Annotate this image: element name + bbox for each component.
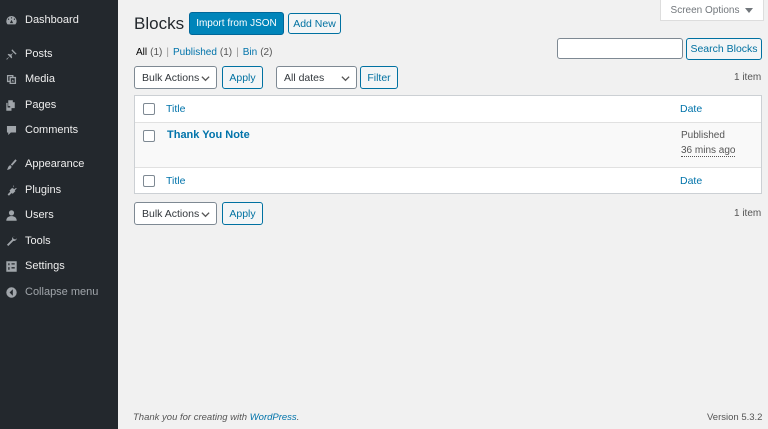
chevron-down-icon — [201, 74, 210, 83]
bulk-actions-select-bottom[interactable]: Bulk Actions — [134, 202, 217, 225]
page-title: Blocks — [134, 14, 185, 33]
plug-icon — [5, 184, 18, 197]
collapse-menu-label: Collapse menu — [25, 286, 99, 298]
filter-bin-count: (2) — [260, 47, 273, 58]
sidebar-item-settings[interactable]: Settings — [0, 255, 118, 277]
apply-button-bottom[interactable]: Apply — [222, 202, 263, 225]
date-column-footer[interactable]: Date — [680, 175, 702, 187]
bulk-actions-value: Bulk Actions — [142, 207, 200, 220]
pushpin-icon — [5, 48, 18, 61]
table-header-row: Title Date — [135, 96, 761, 123]
blocks-table: Title Date Thank You Note Published 36 m… — [134, 95, 762, 194]
filter-all-link[interactable]: All — [136, 47, 147, 58]
settings-icon — [5, 260, 18, 273]
caret-down-icon — [745, 7, 754, 13]
sidebar-item-tools[interactable]: Tools — [0, 230, 118, 252]
filter-separator: | — [236, 47, 239, 58]
screen-options-label: Screen Options — [670, 4, 740, 16]
dates-value: All dates — [284, 71, 325, 84]
status-filter-links: All (1) | Published (1) | Bin (2) — [136, 47, 272, 58]
footer-thanks-suffix: . — [296, 412, 300, 423]
dates-select[interactable]: All dates — [276, 66, 357, 89]
sidebar-item-pages[interactable]: Pages — [0, 94, 118, 116]
filter-bin-link[interactable]: Bin — [243, 47, 257, 58]
sidebar-item-label: Appearance — [25, 158, 85, 170]
page-icon — [5, 99, 18, 112]
comment-icon — [5, 124, 18, 137]
wrench-icon — [5, 235, 18, 248]
apply-button[interactable]: Apply — [222, 66, 263, 89]
version-text: Version 5.3.2 — [707, 412, 763, 423]
sidebar-item-posts[interactable]: Posts — [0, 43, 118, 65]
collapse-icon — [5, 286, 18, 299]
timestamp: 36 mins ago — [681, 145, 736, 157]
table-footer-row: Title Date — [135, 167, 761, 194]
import-from-json-button[interactable]: Import from JSON — [189, 12, 284, 35]
sidebar-item-label: Comments — [25, 124, 79, 136]
select-all-checkbox[interactable] — [143, 103, 155, 115]
select-all-checkbox[interactable] — [143, 175, 155, 187]
chevron-down-icon — [201, 210, 210, 219]
footer-thanks-prefix: Thank you for creating with — [133, 412, 250, 423]
add-new-button[interactable]: Add New — [288, 13, 341, 34]
sidebar-item-label: Pages — [25, 99, 57, 111]
search-blocks-button[interactable]: Search Blocks — [686, 38, 762, 60]
collapse-menu-button[interactable]: Collapse menu — [0, 281, 118, 303]
sidebar-item-label: Plugins — [25, 184, 62, 196]
date-column-header[interactable]: Date — [680, 103, 702, 115]
sidebar-item-comments[interactable]: Comments — [0, 119, 118, 141]
chevron-down-icon — [341, 74, 350, 83]
title-column-footer[interactable]: Title — [166, 175, 185, 187]
sidebar-item-label: Settings — [25, 260, 65, 272]
sidebar-item-dashboard[interactable]: Dashboard — [0, 9, 118, 31]
sidebar-item-label: Users — [25, 209, 54, 221]
filter-published-count: (1) — [219, 47, 233, 58]
dashboard-icon — [5, 14, 18, 27]
filter-separator: | — [166, 47, 169, 58]
row-checkbox[interactable] — [143, 130, 155, 142]
filter-button[interactable]: Filter — [360, 66, 398, 89]
block-title-link[interactable]: Thank You Note — [167, 129, 250, 141]
sidebar-item-plugins[interactable]: Plugins — [0, 179, 118, 201]
wordpress-link[interactable]: WordPress — [250, 412, 297, 423]
status-text: Published — [681, 130, 725, 141]
bulk-actions-value: Bulk Actions — [142, 71, 200, 84]
items-count: 1 item — [734, 72, 762, 83]
sidebar-item-label: Media — [25, 73, 55, 85]
search-input[interactable] — [557, 38, 683, 59]
filter-published-link[interactable]: Published — [173, 47, 217, 58]
user-icon — [5, 209, 18, 222]
sidebar-item-appearance[interactable]: Appearance — [0, 153, 118, 175]
title-column-header[interactable]: Title — [166, 103, 185, 115]
sidebar-item-label: Posts — [25, 48, 53, 60]
admin-sidebar: Dashboard Posts Media Pages Comments App… — [0, 0, 118, 429]
sidebar-item-label: Tools — [25, 235, 51, 247]
screen-options-button[interactable]: Screen Options — [660, 0, 764, 21]
footer-thanks: Thank you for creating with WordPress. — [133, 412, 299, 423]
sidebar-item-media[interactable]: Media — [0, 68, 118, 90]
table-row: Thank You Note Published 36 mins ago — [135, 123, 761, 167]
filter-all-count: (1) — [150, 47, 163, 58]
bulk-actions-select[interactable]: Bulk Actions — [134, 66, 217, 89]
sidebar-item-label: Dashboard — [25, 14, 79, 26]
paintbrush-icon — [5, 158, 18, 171]
sidebar-item-users[interactable]: Users — [0, 204, 118, 226]
media-icon — [5, 73, 18, 86]
items-count-bottom: 1 item — [734, 208, 762, 219]
